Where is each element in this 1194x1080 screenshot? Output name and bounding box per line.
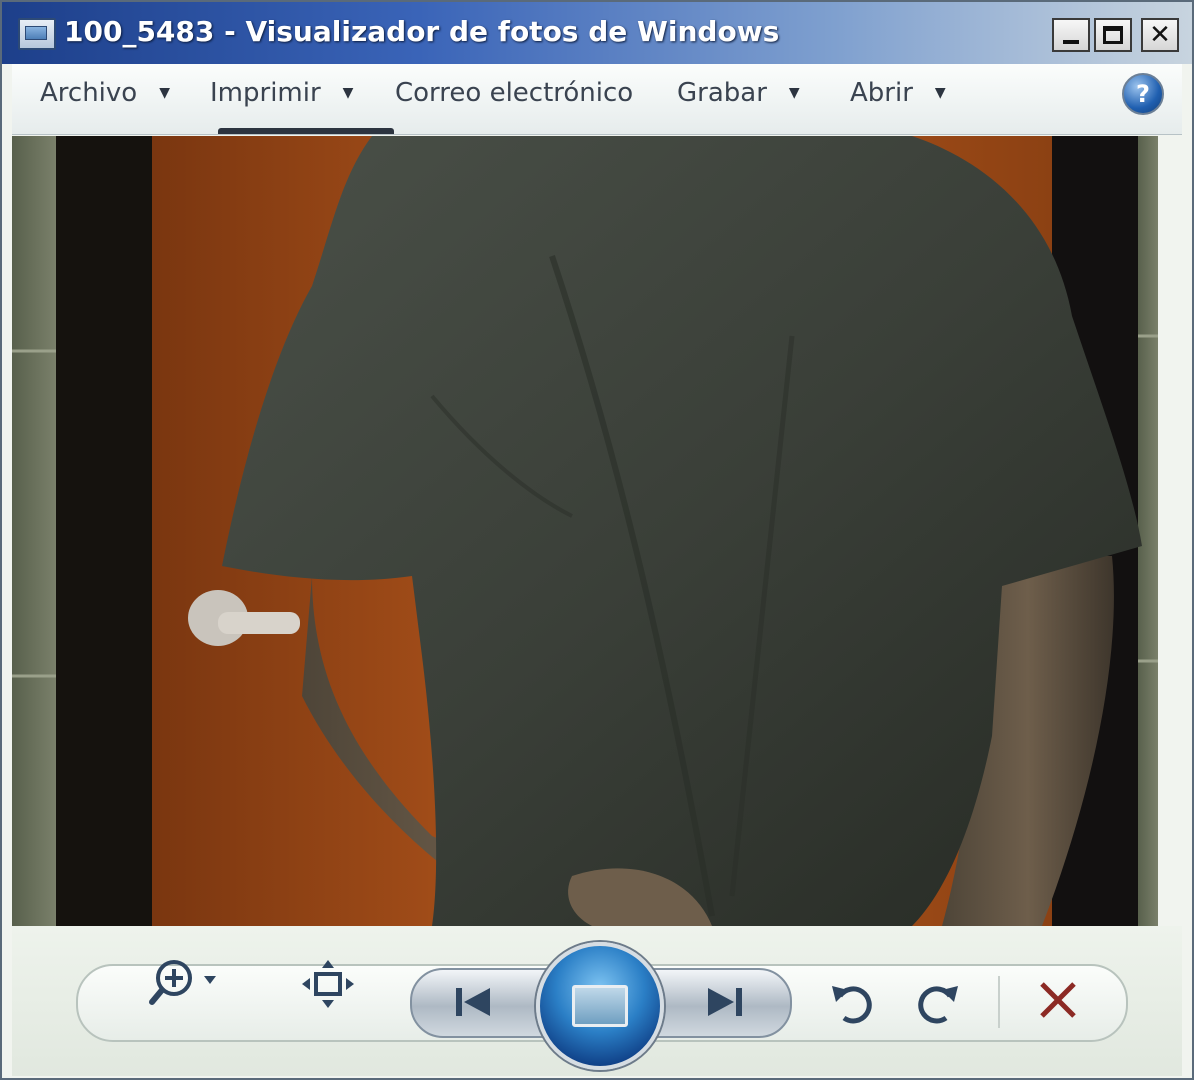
delete-icon (1040, 982, 1076, 1018)
photo-viewer-window: 100_5483 - Visualizador de fotos de Wind… (0, 0, 1194, 1080)
minimize-icon (1063, 40, 1079, 44)
maximize-icon (1103, 26, 1123, 44)
chevron-down-icon: ▼ (159, 85, 170, 101)
slideshow-button[interactable] (536, 942, 664, 1070)
zoom-icon (149, 960, 216, 1005)
title-bar[interactable]: 100_5483 - Visualizador de fotos de Wind… (2, 2, 1192, 64)
photo-display[interactable] (12, 136, 1158, 926)
menu-grabar[interactable]: Grabar ▼ (677, 78, 800, 108)
menu-grabar-label: Grabar (677, 78, 767, 108)
minimize-button[interactable] (1052, 18, 1090, 52)
menu-imprimir-label: Imprimir (210, 78, 321, 108)
close-icon: ✕ (1149, 20, 1171, 50)
rotate-counterclockwise-icon (832, 986, 872, 1024)
help-glyph: ? (1136, 80, 1150, 108)
help-icon[interactable]: ? (1122, 73, 1164, 115)
rotate-clockwise-icon (918, 986, 958, 1024)
menu-correo-electronico[interactable]: Correo electrónico (395, 78, 633, 108)
previous-icon (456, 988, 490, 1016)
menu-archivo[interactable]: Archivo ▼ (40, 78, 170, 108)
actual-size-icon (302, 960, 354, 1008)
next-icon (708, 988, 742, 1016)
command-bar: Archivo ▼ Imprimir ▼ Correo electrónico … (12, 64, 1182, 135)
photo-viewer-app-icon[interactable] (18, 18, 56, 50)
menu-hover-indicator (218, 128, 394, 134)
menu-imprimir[interactable]: Imprimir ▼ (210, 78, 353, 108)
toolbar-divider (998, 976, 1000, 1028)
door-frame-left (56, 136, 152, 926)
wall-tiles-right (1138, 136, 1158, 926)
previous-button[interactable] (444, 974, 504, 1030)
next-button[interactable] (694, 974, 754, 1030)
close-window-button[interactable]: ✕ (1141, 18, 1179, 52)
photo-image (12, 136, 1158, 926)
rotate-left-button[interactable] (824, 972, 880, 1032)
chevron-down-icon: ▼ (788, 85, 800, 101)
menu-correo-label: Correo electrónico (395, 78, 634, 108)
zoom-button[interactable] (144, 956, 224, 1012)
window-title: 100_5483 - Visualizador de fotos de Wind… (64, 15, 780, 48)
menu-abrir-label: Abrir (850, 78, 913, 108)
delete-button[interactable] (1028, 970, 1088, 1030)
menu-archivo-label: Archivo (40, 78, 138, 108)
wall-tiles-left (12, 136, 56, 926)
chevron-down-icon: ▼ (934, 85, 946, 101)
maximize-button[interactable] (1094, 18, 1132, 52)
menu-abrir[interactable]: Abrir ▼ (850, 78, 946, 108)
slideshow-icon (572, 985, 628, 1027)
rotate-right-button[interactable] (910, 972, 966, 1032)
chevron-down-icon: ▼ (342, 85, 354, 101)
actual-size-button[interactable] (298, 956, 358, 1012)
